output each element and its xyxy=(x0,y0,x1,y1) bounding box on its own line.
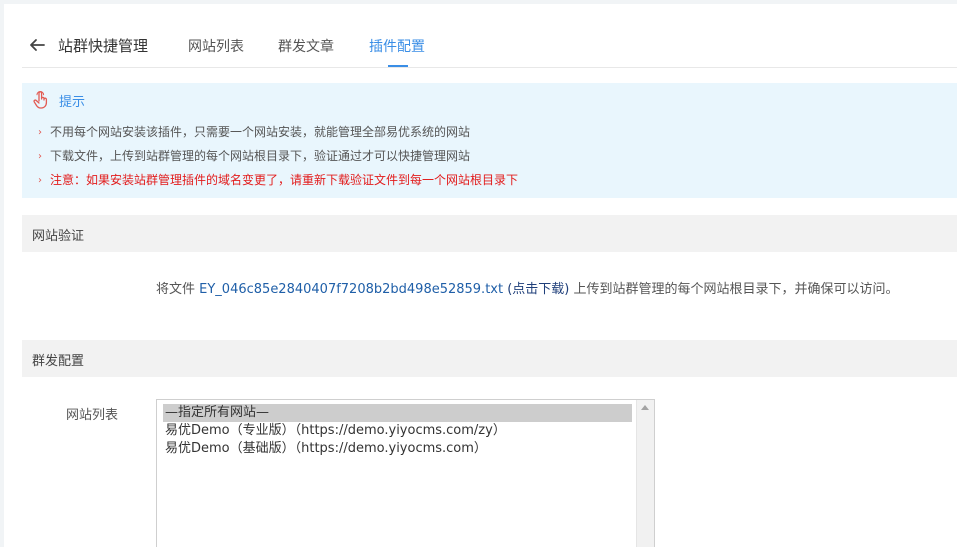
tips-box: 提示 › 不用每个网站安装该插件，只需要一个网站安装，就能管理全部易优系统的网站 … xyxy=(22,83,957,198)
page-header: 站群快捷管理 网站列表 群发文章 插件配置 xyxy=(22,4,957,68)
tips-title: 提示 xyxy=(59,95,86,110)
page-title: 站群快捷管理 xyxy=(58,37,149,55)
section-header-broadcast: 群发配置 xyxy=(22,340,957,377)
site-list-multiselect[interactable]: —指定所有网站— 易优Demo（专业版）（https://demo.yiyocm… xyxy=(156,399,655,547)
scroll-up-arrow-icon[interactable] xyxy=(641,405,649,410)
site-option-all[interactable]: —指定所有网站— xyxy=(163,404,632,422)
hand-pointer-icon xyxy=(31,90,51,110)
verify-instructions: 将文件 EY_046c85e2840407f7208b2bd498e52859.… xyxy=(156,282,899,297)
section-header-verify: 网站验证 xyxy=(22,215,957,252)
arrow-left-icon xyxy=(30,39,45,51)
bullet-icon: › xyxy=(38,127,42,138)
download-link[interactable]: (点击下载) xyxy=(507,282,569,297)
verify-filename: EY_046c85e2840407f7208b2bd498e52859.txt xyxy=(199,282,504,297)
tip-item: › 不用每个网站安装该插件，只需要一个网站安装，就能管理全部易优系统的网站 xyxy=(38,125,471,139)
tab-plugin-config[interactable]: 插件配置 xyxy=(369,36,425,56)
site-option[interactable]: 易优Demo（专业版）（https://demo.yiyocms.com/zy） xyxy=(163,422,632,440)
section-title: 网站验证 xyxy=(32,229,85,244)
tab-broadcast-articles[interactable]: 群发文章 xyxy=(278,36,334,56)
bullet-icon: › xyxy=(38,151,42,162)
site-list-label: 网站列表 xyxy=(66,408,119,423)
site-options: —指定所有网站— 易优Demo（专业版）（https://demo.yiyocm… xyxy=(163,404,632,458)
plugin-config-panel: 站群快捷管理 网站列表 群发文章 插件配置 提示 › 不用每个网站安装该插件，只需… xyxy=(4,4,957,547)
back-button[interactable] xyxy=(28,36,46,54)
vertical-scrollbar[interactable] xyxy=(636,400,654,547)
tab-site-list[interactable]: 网站列表 xyxy=(188,36,244,56)
section-title: 群发配置 xyxy=(32,354,85,369)
tip-item-warning: › 注意：如果安装站群管理插件的域名变更了，请重新下载验证文件到每一个网站根目录下 xyxy=(38,173,519,187)
active-tab-indicator xyxy=(388,65,408,67)
site-option[interactable]: 易优Demo（基础版）（https://demo.yiyocms.com） xyxy=(163,440,632,458)
tip-item: › 下载文件，上传到站群管理的每个网站根目录下，验证通过才可以快捷管理网站 xyxy=(38,149,471,163)
bullet-icon: › xyxy=(38,175,42,186)
